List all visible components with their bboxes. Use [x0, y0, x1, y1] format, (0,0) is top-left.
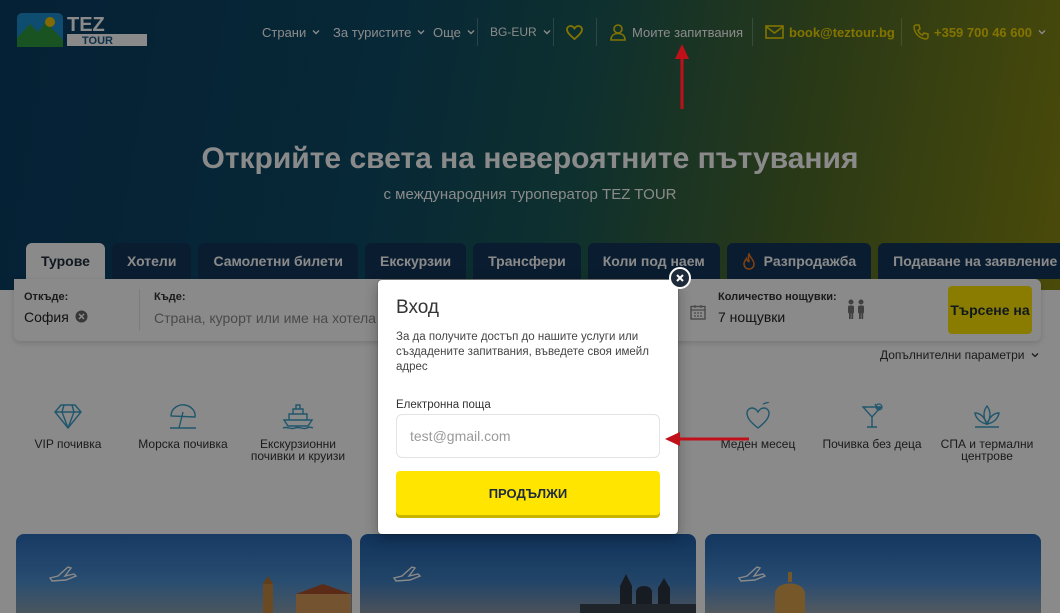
- email-field[interactable]: [396, 414, 660, 458]
- continue-button[interactable]: ПРОДЪЛЖИ: [396, 471, 660, 515]
- close-modal-button[interactable]: [669, 267, 691, 289]
- close-icon: [676, 274, 684, 282]
- login-modal: Вход За да получите достъп до нашите усл…: [378, 280, 678, 534]
- email-label: Електронна поща: [396, 399, 491, 411]
- annotation-arrow-up: [675, 44, 689, 109]
- modal-description: За да получите достъп до нашите услуги и…: [396, 331, 649, 373]
- annotation-arrow-left: [665, 432, 749, 446]
- modal-title: Вход: [396, 297, 439, 318]
